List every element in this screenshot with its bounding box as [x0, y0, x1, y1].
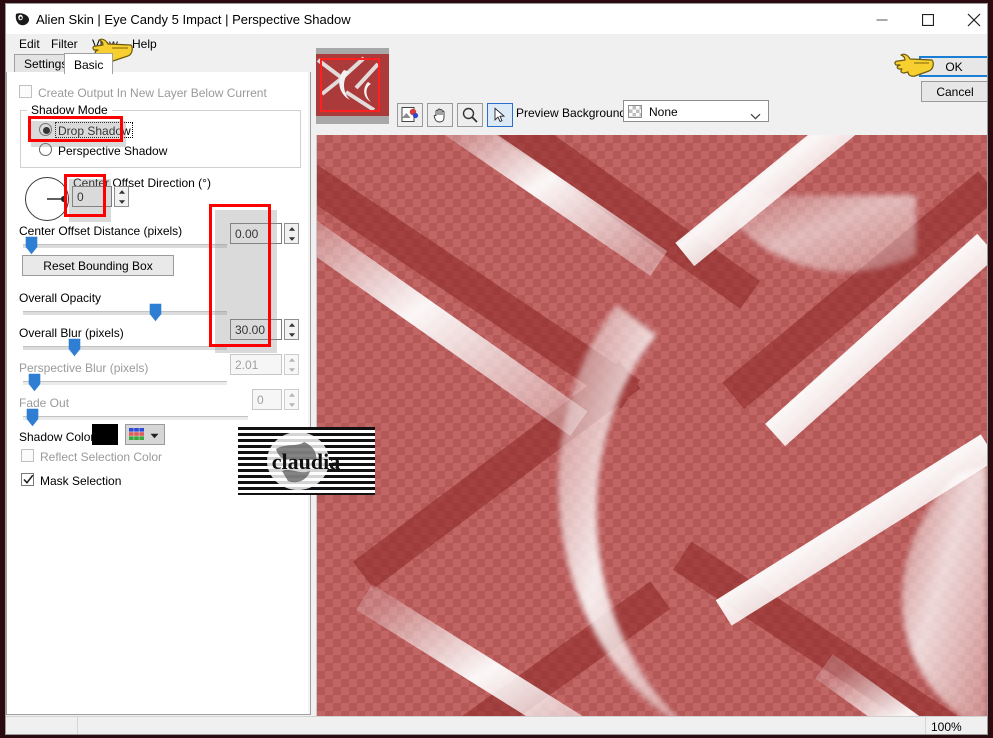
fade-out-stepper-down — [285, 400, 298, 410]
chevron-down-icon — [750, 109, 761, 123]
alien-skin-icon — [14, 11, 31, 28]
offset-direction-stepper-down[interactable] — [115, 197, 128, 207]
radio-drop-shadow-dot — [43, 127, 50, 134]
watermark-text: claudia — [272, 449, 340, 474]
settings-panel: Create Output In New Layer Below Current… — [6, 72, 311, 715]
offset-distance-slider-thumb[interactable] — [25, 236, 38, 255]
overall-opacity-slider-thumb[interactable] — [149, 303, 162, 322]
status-cell-left — [6, 717, 78, 734]
zoom-magnifier-tool-button[interactable] — [457, 103, 483, 127]
radio-perspective-shadow[interactable] — [39, 143, 52, 156]
shadow-color-label: Shadow Color — [19, 430, 95, 444]
maximize-button[interactable] — [905, 4, 951, 35]
navigator-viewport-rect[interactable] — [320, 58, 380, 112]
checkmark-icon — [23, 473, 34, 486]
color-picker-tool-button[interactable] — [397, 103, 423, 127]
preview-artwork — [317, 135, 987, 716]
offset-direction-value: 0 — [77, 190, 84, 204]
create-output-checkbox[interactable] — [19, 85, 32, 98]
status-cell-main — [78, 717, 926, 734]
status-bar: 100% — [6, 716, 987, 734]
offset-distance-stepper[interactable] — [284, 223, 299, 244]
offset-distance-slider-track[interactable] — [23, 244, 227, 248]
reset-bounding-box-label: Reset Bounding Box — [43, 258, 153, 273]
preview-background-select[interactable]: None — [623, 100, 769, 122]
offset-distance-label: Center Offset Distance (pixels) — [19, 224, 183, 238]
perspective-blur-slider-track — [23, 381, 227, 385]
shadow-mode-group-title: Shadow Mode — [27, 103, 112, 117]
fade-out-slider-thumb — [26, 408, 39, 427]
overall-blur-slider-thumb[interactable] — [68, 338, 81, 357]
offset-distance-stepper-up[interactable] — [285, 224, 298, 234]
perspective-blur-slider-thumb — [28, 373, 41, 392]
overall-opacity-slider-track[interactable] — [23, 311, 227, 315]
radio-drop-shadow-label: Drop Shadow — [58, 124, 131, 138]
offset-direction-stepper-up[interactable] — [115, 187, 128, 197]
fade-out-slider-track — [23, 416, 248, 420]
offset-distance-input[interactable]: 0.00 — [230, 223, 282, 244]
application-window: Alien Skin | Eye Candy 5 Impact | Perspe… — [5, 3, 988, 735]
pan-hand-tool-button[interactable] — [427, 103, 453, 127]
menu-item-view[interactable]: View — [87, 36, 123, 53]
fade-out-value: 0 — [257, 393, 264, 407]
cancel-button[interactable]: Cancel — [921, 81, 987, 102]
checkerboard-swatch-icon — [628, 105, 642, 118]
ok-button[interactable]: OK — [919, 56, 987, 77]
select-arrow-tool-button[interactable] — [487, 103, 513, 127]
title-bar: Alien Skin | Eye Candy 5 Impact | Perspe… — [6, 4, 987, 36]
overall-blur-input[interactable]: 30.00 — [230, 319, 282, 340]
overall-blur-stepper-up[interactable] — [285, 320, 298, 330]
cancel-button-label: Cancel — [936, 84, 974, 99]
shadow-color-palette-button[interactable] — [125, 424, 165, 445]
close-button[interactable] — [951, 4, 987, 35]
perspective-blur-stepper — [284, 354, 299, 375]
offset-direction-dial[interactable] — [25, 177, 69, 221]
reset-bounding-box-button[interactable]: Reset Bounding Box — [22, 255, 174, 276]
minimize-button[interactable] — [859, 4, 905, 35]
preview-background-value: None — [649, 105, 678, 119]
fade-out-stepper-up — [285, 390, 298, 400]
shadow-mode-group — [20, 110, 301, 168]
menu-item-edit[interactable]: Edit — [14, 36, 45, 53]
tab-strip: Settings Basic — [6, 53, 311, 74]
preview-canvas[interactable] — [316, 135, 987, 716]
status-zoom-level: 100% — [931, 720, 962, 734]
offset-direction-input[interactable]: 0 — [72, 186, 112, 207]
overall-blur-stepper-down[interactable] — [285, 330, 298, 340]
radio-perspective-shadow-label: Perspective Shadow — [58, 144, 168, 158]
overall-blur-value: 30.00 — [235, 323, 266, 337]
watermark-claudia: claudia — [238, 427, 375, 495]
fade-out-input: 0 — [252, 389, 282, 410]
offset-distance-stepper-down[interactable] — [285, 234, 298, 244]
reflect-selection-color-label: Reflect Selection Color — [40, 450, 163, 464]
tab-basic[interactable]: Basic — [64, 53, 114, 74]
overall-opacity-label: Overall Opacity — [19, 291, 102, 305]
offset-direction-stepper[interactable] — [114, 186, 129, 207]
fade-out-stepper — [284, 389, 299, 410]
perspective-blur-input: 2.01 — [230, 354, 282, 375]
mask-selection-label: Mask Selection — [40, 474, 122, 488]
window-title: Alien Skin | Eye Candy 5 Impact | Perspe… — [36, 12, 351, 27]
perspective-blur-value: 2.01 — [235, 358, 259, 372]
radio-drop-shadow[interactable] — [39, 123, 52, 136]
ok-button-label: OK — [945, 59, 963, 74]
navigator-thumbnail[interactable] — [316, 48, 389, 124]
menu-item-help[interactable]: Help — [127, 36, 162, 53]
overall-blur-stepper[interactable] — [284, 319, 299, 340]
create-output-label: Create Output In New Layer Below Current — [38, 86, 267, 100]
panel-edge — [308, 72, 310, 714]
reflect-selection-color-checkbox — [21, 449, 34, 462]
offset-distance-value: 0.00 — [235, 227, 259, 241]
perspective-blur-stepper-up — [285, 355, 298, 365]
preview-background-label: Preview Background: — [516, 106, 630, 120]
shadow-color-swatch[interactable] — [92, 424, 118, 445]
mask-selection-checkbox[interactable] — [21, 473, 34, 486]
perspective-blur-stepper-down — [285, 365, 298, 375]
menu-item-filter[interactable]: Filter — [46, 36, 83, 53]
overall-blur-slider-track[interactable] — [23, 346, 227, 350]
